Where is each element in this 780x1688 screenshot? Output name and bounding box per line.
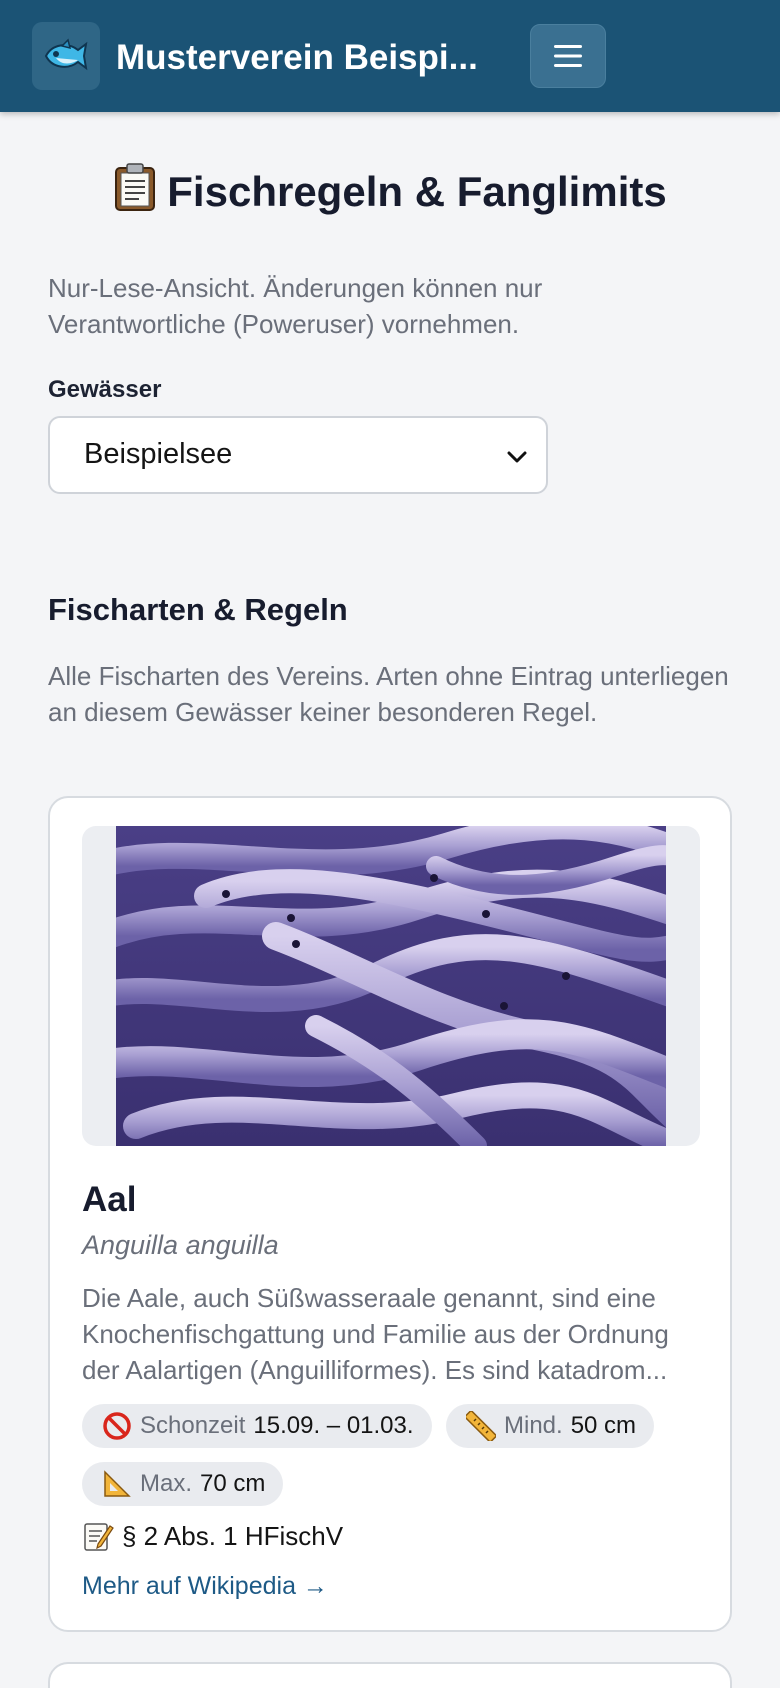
ruler-icon — [466, 1411, 496, 1441]
closed-season-chip: Schonzeit 15.09. – 01.03. — [82, 1404, 432, 1448]
min-size-chip: Mind. 50 cm — [446, 1404, 655, 1448]
closed-season-value: 15.09. – 01.03. — [253, 1412, 414, 1439]
section-title: Fischarten & Regeln — [48, 592, 348, 627]
water-select-label: Gewässer — [48, 376, 162, 403]
page-title: Fischregeln & Fanglimits — [0, 162, 780, 228]
chevron-down-icon — [507, 451, 527, 463]
fish-icon — [44, 38, 88, 71]
max-size-label: Max. — [140, 1470, 193, 1497]
app-title: Musterverein Beispi... — [116, 38, 478, 77]
fish-image-frame — [82, 826, 700, 1146]
min-size-label: Mind. — [504, 1412, 563, 1439]
closed-season-label: Schonzeit — [140, 1412, 246, 1439]
fish-name: Aal — [82, 1180, 137, 1219]
top-app-bar: Musterverein Beispi... — [0, 0, 780, 112]
min-size-value: 50 cm — [570, 1412, 637, 1439]
memo-icon — [82, 1520, 114, 1552]
regulation-text: § 2 Abs. 1 HFischV — [122, 1520, 344, 1551]
max-size-chip: Max. 70 cm — [82, 1462, 284, 1506]
prohibited-icon — [102, 1411, 132, 1441]
fish-latin-name: Anguilla anguilla — [82, 1230, 279, 1260]
hamburger-icon — [554, 45, 582, 67]
wikipedia-link[interactable]: Mehr auf Wikipedia → — [82, 1572, 328, 1601]
regulation-reference: § 2 Abs. 1 HFischV — [82, 1520, 343, 1552]
water-select-value: Beispielsee — [84, 438, 233, 470]
fish-description: Die Aale, auch Süßwasseraale genannt, si… — [82, 1283, 669, 1385]
water-select[interactable]: Beispielsee — [48, 416, 548, 494]
max-size-value: 70 cm — [200, 1470, 266, 1497]
section-description: Alle Fischarten des Vereins. Arten ohne … — [48, 661, 729, 727]
fish-card-next — [48, 1662, 732, 1688]
page-title-text: Fischregeln & Fanglimits — [167, 168, 667, 216]
readonly-note: Nur-Lese-Ansicht. Änderungen können nur … — [48, 273, 543, 339]
triangular-ruler-icon — [102, 1469, 132, 1499]
menu-button[interactable] — [530, 24, 606, 88]
fish-card: Aal Anguilla anguilla Die Aale, auch Süß… — [48, 796, 732, 1632]
app-logo[interactable] — [32, 22, 100, 90]
fish-photo — [116, 826, 666, 1146]
clipboard-icon — [113, 162, 157, 228]
